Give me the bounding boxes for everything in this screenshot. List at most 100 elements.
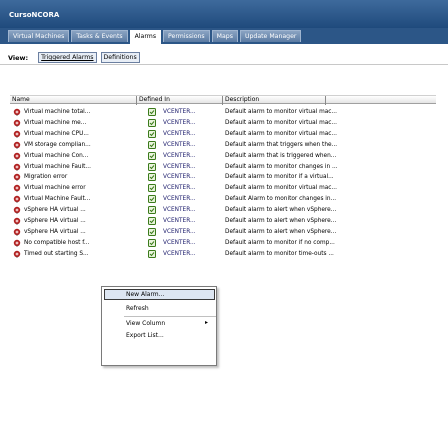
vcenter-icon bbox=[148, 151, 156, 160]
table-row[interactable]: Virtual machine CPU... VCENTER... Default … bbox=[10, 129, 436, 140]
table-row[interactable]: vSphere HA virtual ... VCENTER... Default … bbox=[10, 205, 436, 216]
alarm-name: No compatible host f... bbox=[24, 239, 90, 246]
alarm-bell-icon bbox=[13, 141, 21, 149]
alarm-description: Default alarm to monitor changes in ... bbox=[225, 163, 338, 170]
vcenter-icon bbox=[148, 129, 156, 138]
alarm-bell-icon bbox=[13, 184, 21, 193]
tab-permissions[interactable]: Permissions bbox=[163, 30, 210, 42]
defined-in-value: VCENTER... bbox=[163, 174, 196, 181]
vcenter-icon bbox=[148, 217, 156, 225]
tab-alarms[interactable]: Alarms bbox=[129, 30, 162, 44]
alarm-bell-icon bbox=[13, 119, 21, 127]
submenu-arrow-icon: ▸ bbox=[204, 319, 208, 326]
tab-bar: Virtual Machines Tasks & Events Alarms P… bbox=[0, 28, 448, 44]
vcenter-icon bbox=[148, 195, 156, 204]
alarm-bell-icon bbox=[13, 130, 21, 138]
defined-in-value: VCENTER... bbox=[163, 141, 196, 148]
table-row[interactable]: Virtual machine total... VCENTER... Defaul… bbox=[10, 107, 436, 118]
table-row[interactable]: Migration error VCENTER... Default alarm t… bbox=[10, 172, 436, 183]
menu-separator bbox=[124, 316, 216, 317]
view-bar: View: Triggered Alarms Definitions bbox=[0, 44, 448, 65]
menu-item-view-column[interactable]: View Column bbox=[126, 319, 196, 329]
table-row[interactable]: vSphere HA virtual ... VCENTER... Default … bbox=[10, 227, 436, 238]
defined-in-value: VCENTER... bbox=[163, 185, 196, 192]
defined-in-value: VCENTER... bbox=[163, 228, 196, 235]
tab-maps[interactable]: Maps bbox=[211, 30, 238, 42]
tab-tasks-events[interactable]: Tasks & Events bbox=[71, 30, 128, 42]
definitions-button[interactable]: Definitions bbox=[100, 52, 140, 63]
defined-in-value: VCENTER... bbox=[163, 109, 196, 115]
alarm-bell-icon bbox=[13, 228, 21, 236]
alarm-description: Default alarm to monitor if no comp... bbox=[225, 239, 335, 246]
alarm-bell-icon bbox=[13, 239, 21, 247]
vcenter-icon bbox=[148, 108, 156, 116]
alarm-description: Default alarm to monitor time-outs ... bbox=[225, 250, 334, 257]
defined-in-value: VCENTER... bbox=[163, 130, 196, 137]
alarm-name: Virtual machine me... bbox=[24, 119, 87, 126]
grid-header: Name Defined In Description bbox=[10, 95, 436, 105]
table-row[interactable]: Timed out starting S... VCENTER... Default… bbox=[10, 249, 436, 260]
alarm-description: Default alarm to alert when vSphere... bbox=[225, 228, 337, 235]
alarm-name: Virtual machine total... bbox=[24, 109, 91, 115]
vcenter-icon bbox=[148, 173, 156, 182]
defined-in-value: VCENTER... bbox=[163, 119, 196, 126]
alarm-name: Virtual machine Fault... bbox=[24, 163, 91, 170]
alarm-description: Default alarm to monitor virtual mac... bbox=[225, 130, 337, 137]
window-title-bar: CursoNCORA bbox=[0, 0, 448, 28]
alarm-name: Virtual machine error bbox=[24, 185, 86, 192]
menu-item-new-alarm[interactable]: New Alarm... bbox=[126, 290, 164, 300]
triggered-alarms-button[interactable]: Triggered Alarms bbox=[38, 52, 97, 63]
vcenter-icon bbox=[148, 162, 156, 171]
alarm-definitions-grid: Name Defined In Description Virtual mach… bbox=[10, 95, 436, 295]
alarm-description: Default alarm to monitor virtual mac... bbox=[225, 119, 337, 126]
alarm-bell-icon bbox=[13, 195, 21, 203]
alarm-name: Virtual Machine Fault... bbox=[24, 196, 91, 203]
alarm-description: Default alarm to monitor virtual mac... bbox=[225, 109, 337, 115]
alarm-name: vSphere HA virtual ... bbox=[24, 207, 86, 214]
alarm-bell-icon bbox=[13, 152, 21, 160]
tab-update-manager[interactable]: Update Manager bbox=[239, 30, 302, 42]
vcenter-icon bbox=[148, 118, 156, 127]
column-header-empty bbox=[325, 96, 436, 105]
defined-in-value: VCENTER... bbox=[163, 250, 196, 257]
defined-in-value: VCENTER... bbox=[163, 218, 196, 224]
alarm-bell-icon bbox=[13, 163, 21, 171]
vcenter-icon bbox=[148, 227, 156, 236]
defined-in-value: VCENTER... bbox=[163, 207, 196, 214]
vcenter-icon bbox=[148, 140, 156, 149]
defined-in-value: VCENTER... bbox=[163, 163, 196, 170]
table-row[interactable]: Virtual Machine Fault... VCENTER... Defaul… bbox=[10, 194, 436, 205]
column-header-description[interactable]: Description bbox=[222, 96, 325, 105]
window-title: CursoNCORA bbox=[9, 11, 60, 19]
column-header-defined-in[interactable]: Defined In bbox=[136, 96, 222, 105]
alarm-bell-icon bbox=[13, 173, 21, 182]
vcenter-icon bbox=[148, 206, 156, 215]
table-row[interactable]: Virtual machine error VCENTER... Default a… bbox=[10, 183, 436, 194]
defined-in-value: VCENTER... bbox=[163, 196, 196, 203]
alarm-name: VM storage complian... bbox=[24, 141, 91, 148]
context-menu: New Alarm... Refresh View Column ▸ Expor… bbox=[101, 286, 217, 366]
defined-in-value: VCENTER... bbox=[163, 239, 196, 246]
table-row[interactable]: VM storage complian... VCENTER... Default … bbox=[10, 140, 436, 151]
column-header-name[interactable]: Name bbox=[10, 96, 136, 105]
menu-item-refresh[interactable]: Refresh bbox=[126, 304, 149, 314]
alarm-name: Virtual machine Con... bbox=[24, 152, 89, 159]
table-row[interactable]: vSphere HA virtual ... VCENTER... Default … bbox=[10, 216, 436, 227]
vcenter-icon bbox=[148, 249, 156, 258]
alarm-description: Default alarm to alert when vSphere... bbox=[225, 218, 337, 224]
alarm-description: Default alarm to monitor virtual mac... bbox=[225, 185, 337, 192]
tab-virtual-machines[interactable]: Virtual Machines bbox=[8, 30, 70, 42]
defined-in-value: VCENTER... bbox=[163, 152, 196, 159]
table-row[interactable]: Virtual machine Con... VCENTER... Default … bbox=[10, 151, 436, 162]
view-label: View: bbox=[8, 53, 29, 62]
alarm-name: Virtual machine CPU... bbox=[24, 130, 89, 137]
table-row[interactable]: No compatible host f... VCENTER... Default… bbox=[10, 238, 436, 249]
vcenter-icon bbox=[148, 238, 156, 247]
alarm-description: Default alarm that triggers when the... bbox=[225, 141, 338, 148]
table-row[interactable]: Virtual machine Fault... VCENTER... Defaul… bbox=[10, 162, 436, 173]
alarm-description: Default alarm to monitor if a virtual... bbox=[225, 174, 334, 181]
alarm-name: vSphere HA virtual ... bbox=[24, 228, 86, 235]
menu-item-export-list[interactable]: Export List... bbox=[126, 331, 164, 341]
table-row[interactable]: Virtual machine me... VCENTER... Default a… bbox=[10, 118, 436, 129]
alarm-name: Migration error bbox=[24, 174, 68, 181]
